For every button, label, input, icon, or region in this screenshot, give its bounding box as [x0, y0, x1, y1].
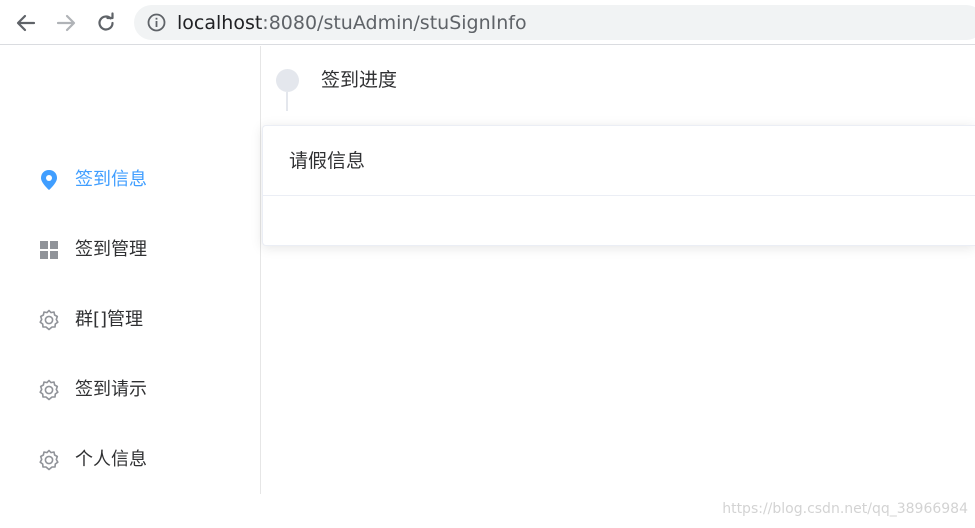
leave-info-card: 请假信息: [262, 125, 975, 246]
sidebar-item-label: 群[]管理: [75, 309, 144, 330]
arrow-left-icon: [16, 14, 36, 32]
browser-toolbar: localhost:8080/stuAdmin/stuSignInfo: [0, 0, 975, 45]
reload-button[interactable]: [93, 10, 119, 36]
card-header: 请假信息: [263, 126, 975, 196]
gear-icon: [37, 448, 61, 472]
forward-button[interactable]: [53, 10, 79, 36]
sidebar-item-sign-manage[interactable]: 签到管理: [0, 221, 260, 277]
sidebar-item-group-manage[interactable]: 群[]管理: [0, 291, 260, 347]
sidebar-item-label: 签到管理: [75, 239, 147, 260]
sidebar-item-sign-info[interactable]: 签到信息: [0, 151, 260, 207]
sidebar-item-label: 个人信息: [75, 449, 147, 470]
card-title: 请假信息: [289, 150, 366, 172]
sidebar-item-label: 签到请示: [75, 379, 147, 400]
timeline-node: [276, 69, 299, 92]
gear-icon: [37, 308, 61, 332]
url-host: localhost: [177, 12, 263, 34]
timeline-connector: [286, 92, 288, 111]
reload-icon: [98, 12, 114, 31]
timeline-title: 签到进度: [321, 69, 398, 91]
back-button[interactable]: [13, 10, 39, 36]
address-bar[interactable]: localhost:8080/stuAdmin/stuSignInfo: [134, 5, 975, 40]
location-pin-icon: [37, 168, 61, 192]
info-icon[interactable]: [147, 13, 166, 32]
arrow-right-icon: [56, 14, 76, 32]
sidebar-item-personal-info[interactable]: 个人信息: [0, 431, 260, 487]
url-path: :8080/stuAdmin/stuSignInfo: [262, 12, 527, 34]
sidebar-menu: 签到信息 签到管理 群[]管理 签到请示 个人信息: [0, 46, 261, 494]
sidebar-item-label: 签到信息: [75, 169, 147, 190]
gear-icon: [37, 378, 61, 402]
sidebar-item-sign-request[interactable]: 签到请示: [0, 361, 260, 417]
watermark: https://blog.csdn.net/qq_38966984: [722, 501, 968, 517]
url-text[interactable]: localhost:8080/stuAdmin/stuSignInfo: [177, 12, 527, 34]
grid-icon: [37, 238, 61, 262]
